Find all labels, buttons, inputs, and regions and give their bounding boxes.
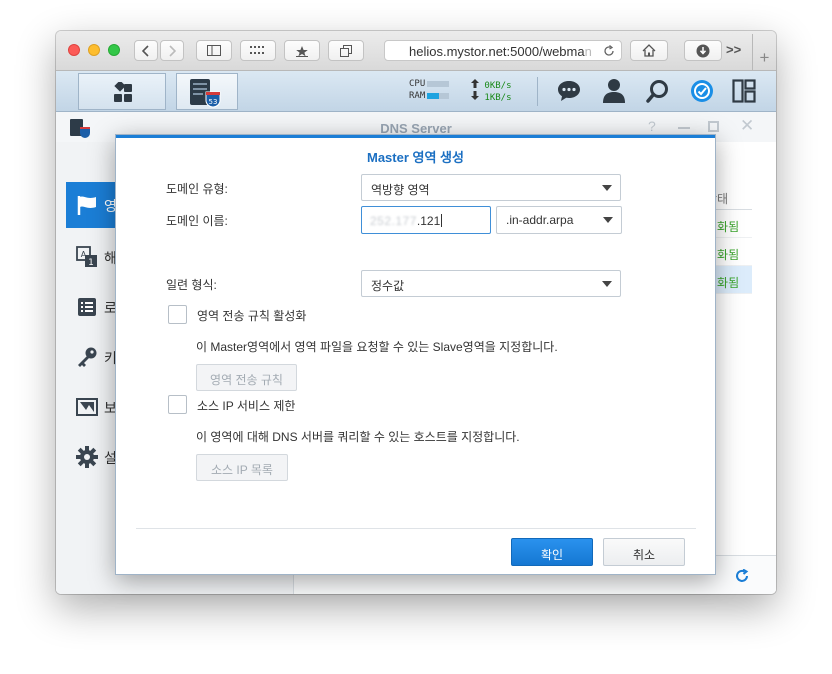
arrow-up-icon bbox=[471, 79, 479, 88]
widgets-icon[interactable] bbox=[732, 79, 756, 103]
downloads-button[interactable] bbox=[684, 40, 722, 61]
address-overflow-text: n bbox=[584, 44, 592, 59]
top-sites-button[interactable] bbox=[240, 40, 276, 61]
zone-transfer-rules-button[interactable]: 영역 전송 규칙 bbox=[196, 364, 297, 391]
app-close-button[interactable]: ✕ bbox=[740, 116, 754, 136]
dns-server-icon: 53 bbox=[190, 79, 221, 108]
reload-icon[interactable] bbox=[603, 45, 615, 57]
domain-name-masked-part: 252.177 bbox=[370, 214, 417, 228]
home-button[interactable] bbox=[630, 40, 668, 61]
home-icon bbox=[642, 44, 656, 57]
key-icon bbox=[78, 347, 97, 367]
upload-rate-text: 0KB/s bbox=[484, 81, 512, 91]
main-menu-icon bbox=[114, 82, 132, 102]
cpu-indicator: CPU bbox=[409, 79, 450, 90]
tabs-overview-button[interactable] bbox=[328, 40, 364, 61]
ram-label: RAM bbox=[409, 91, 426, 101]
flag-icon bbox=[77, 196, 96, 215]
chat-icon[interactable] bbox=[557, 80, 581, 102]
serial-format-value: 정수값 bbox=[371, 279, 405, 293]
download-rate: 1KB/s bbox=[471, 91, 512, 104]
zone-transfer-description: 이 Master영역에서 영역 파일을 요청할 수 있는 Slave영역을 지정… bbox=[196, 340, 558, 354]
svg-text:A: A bbox=[81, 250, 87, 259]
serial-format-label: 일련 형식: bbox=[166, 278, 217, 292]
domain-name-input[interactable]: 252.177.121 bbox=[361, 206, 491, 234]
svg-text:1: 1 bbox=[88, 258, 94, 268]
domain-name-visible-part: .121 bbox=[416, 214, 441, 228]
bookmarks-button[interactable] bbox=[284, 40, 320, 61]
domain-name-label: 도메인 이름: bbox=[166, 214, 228, 228]
new-tab-button[interactable]: + bbox=[752, 34, 776, 71]
app-maximize-button[interactable] bbox=[708, 121, 719, 132]
source-ip-checkbox[interactable] bbox=[168, 395, 187, 414]
tabs-icon bbox=[340, 44, 352, 57]
refresh-icon[interactable] bbox=[735, 569, 749, 583]
dialog-divider bbox=[136, 528, 696, 529]
ram-meter bbox=[427, 92, 450, 99]
chevron-left-icon bbox=[142, 44, 149, 57]
download-rate-text: 1KB/s bbox=[484, 93, 512, 103]
source-ip-label[interactable]: 소스 IP 서비스 제한 bbox=[197, 397, 295, 414]
dsm-help-icon[interactable] bbox=[690, 79, 714, 103]
cancel-button[interactable]: 취소 bbox=[603, 538, 685, 566]
close-window-button[interactable] bbox=[68, 44, 80, 56]
app-minimize-button[interactable] bbox=[678, 127, 690, 129]
chevron-down-icon bbox=[602, 281, 612, 287]
zone-transfer-label[interactable]: 영역 전송 규칙 활성화 bbox=[197, 307, 306, 324]
address-bar[interactable]: helios.mystor.net:5000/webman bbox=[384, 40, 622, 61]
toolbar-overflow-button[interactable]: >> bbox=[726, 42, 741, 57]
dsm-taskbar: 53 CPU RAM 0KB/s 1KB/s bbox=[56, 71, 776, 112]
view-icon bbox=[76, 398, 98, 416]
zoom-window-button[interactable] bbox=[108, 44, 120, 56]
search-icon[interactable] bbox=[646, 79, 670, 103]
user-icon[interactable] bbox=[602, 78, 626, 104]
dns-badge-text: 53 bbox=[209, 98, 218, 106]
main-menu-button[interactable] bbox=[78, 73, 166, 110]
create-master-zone-dialog: Master 영역 생성 도메인 유형: 역방향 영역 도메인 이름: 252.… bbox=[115, 134, 716, 575]
chevron-down-icon bbox=[603, 217, 613, 223]
domain-suffix-select[interactable]: .in-addr.arpa bbox=[496, 206, 622, 234]
download-icon bbox=[696, 44, 710, 57]
domain-type-label: 도메인 유형: bbox=[166, 182, 228, 196]
app-help-button[interactable]: ? bbox=[648, 118, 656, 134]
log-icon bbox=[78, 298, 96, 316]
ram-indicator: RAM bbox=[409, 91, 450, 102]
grid-icon bbox=[250, 46, 264, 54]
zone-transfer-checkbox[interactable] bbox=[168, 305, 187, 324]
screen: helios.mystor.net:5000/webman >> + 53 CP… bbox=[0, 0, 832, 674]
back-button[interactable] bbox=[134, 40, 158, 61]
resolve-icon: 1A bbox=[76, 246, 97, 268]
sidebar-toggle-button[interactable] bbox=[196, 40, 232, 61]
chevron-right-icon bbox=[169, 44, 176, 57]
cpu-label: CPU bbox=[409, 79, 426, 89]
address-text: helios.mystor.net:5000/webma bbox=[409, 44, 585, 59]
domain-suffix-value: .in-addr.arpa bbox=[506, 213, 574, 227]
ok-button[interactable]: 확인 bbox=[511, 538, 593, 566]
chevron-down-icon bbox=[602, 185, 612, 191]
star-icon bbox=[296, 45, 308, 57]
dialog-accent-bar bbox=[116, 135, 715, 138]
source-ip-description: 이 영역에 대해 DNS 서버를 쿼리할 수 있는 호스트를 지정합니다. bbox=[196, 430, 520, 444]
minimize-window-button[interactable] bbox=[88, 44, 100, 56]
dns-server-taskbar-button[interactable]: 53 bbox=[176, 73, 238, 110]
domain-type-value: 역방향 영역 bbox=[371, 183, 430, 197]
serial-format-select[interactable]: 정수값 bbox=[361, 270, 621, 297]
browser-toolbar: helios.mystor.net:5000/webman >> + bbox=[56, 31, 776, 71]
taskbar-divider bbox=[537, 77, 538, 106]
forward-button[interactable] bbox=[160, 40, 184, 61]
text-caret bbox=[441, 214, 443, 227]
sidebar-icon bbox=[207, 45, 221, 56]
dialog-title: Master 영역 생성 bbox=[367, 150, 464, 165]
cpu-meter bbox=[427, 80, 450, 87]
gear-icon bbox=[76, 446, 98, 468]
arrow-down-icon bbox=[471, 91, 479, 100]
source-ip-list-button[interactable]: 소스 IP 목록 bbox=[196, 454, 288, 481]
domain-type-select[interactable]: 역방향 영역 bbox=[361, 174, 621, 201]
